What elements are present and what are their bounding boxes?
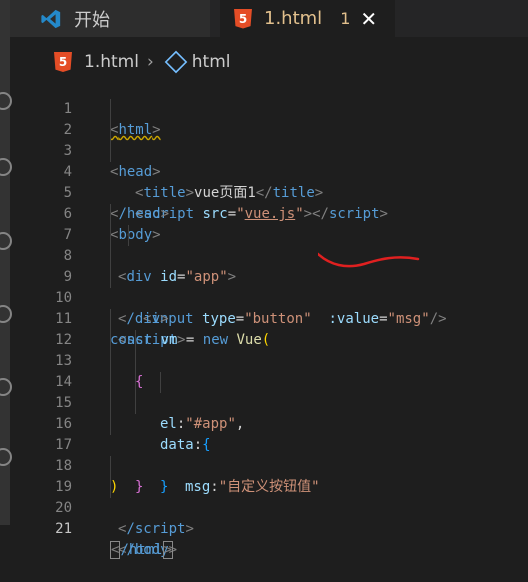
code-line: 19 </script> <box>10 456 528 537</box>
code-line: 7 <div id="app"> <box>10 204 528 285</box>
tab-start[interactable]: 开始 <box>10 0 210 37</box>
code-line: 17 } <box>10 414 528 495</box>
code-line: 15 msg:"自定义按钮值" <box>10 372 528 495</box>
code-line: 4 <script src="vue.js"></script> <box>10 141 528 222</box>
symbol-element-icon <box>164 50 188 74</box>
tab-1-html[interactable]: 5 1.html 1 ✕ <box>220 0 395 37</box>
code-line: 20 </body> <box>10 477 528 558</box>
tab-bar: 开始 5 1.html 1 ✕ <box>10 0 528 37</box>
code-editor[interactable]: 1 <html> 2 <head> 3 <title>vue页面1</title… <box>10 78 528 559</box>
html5-icon: 5 <box>234 8 252 29</box>
activity-bar <box>0 0 12 525</box>
red-annotation-underline <box>318 252 420 268</box>
code-line: 14 data:{ <box>10 351 528 453</box>
breadcrumb-element[interactable]: html <box>192 52 231 72</box>
html5-icon: 5 <box>54 52 72 72</box>
code-line: 10 <script> <box>10 267 528 348</box>
breadcrumb-file[interactable]: 1.html <box>84 52 139 72</box>
code-line: 2 <head> <box>10 99 528 180</box>
code-line: 6 <body> <box>10 183 528 243</box>
problem-count-badge: 1 <box>340 9 351 28</box>
code-line: 12 { <box>10 309 528 390</box>
breadcrumb-separator: › <box>146 52 154 72</box>
close-icon[interactable]: ✕ <box>360 7 377 31</box>
code-line: 13 el:"#app", <box>10 330 528 432</box>
tab-file-label: 1.html <box>264 8 323 29</box>
code-line: 11 const vm = new Vue( <box>10 288 528 348</box>
tab-start-label: 开始 <box>74 9 110 31</box>
line-number: 21 <box>55 521 72 537</box>
code-line: 5 </head> <box>10 162 528 222</box>
code-line: 3 <title>vue页面1</title> <box>10 120 528 201</box>
code-line: 21 </html> <box>10 498 528 559</box>
breadcrumb: 5 1.html › html <box>10 47 528 77</box>
vscode-logo-icon <box>41 9 61 29</box>
code-line: 1 <html> <box>10 78 528 138</box>
code-line: 18 ) <box>10 435 528 495</box>
code-line: 8 <input type="button" :value="msg"/> <box>10 225 528 327</box>
code-line: 9 </div> <box>10 246 528 327</box>
code-line: 16 } <box>10 393 528 495</box>
